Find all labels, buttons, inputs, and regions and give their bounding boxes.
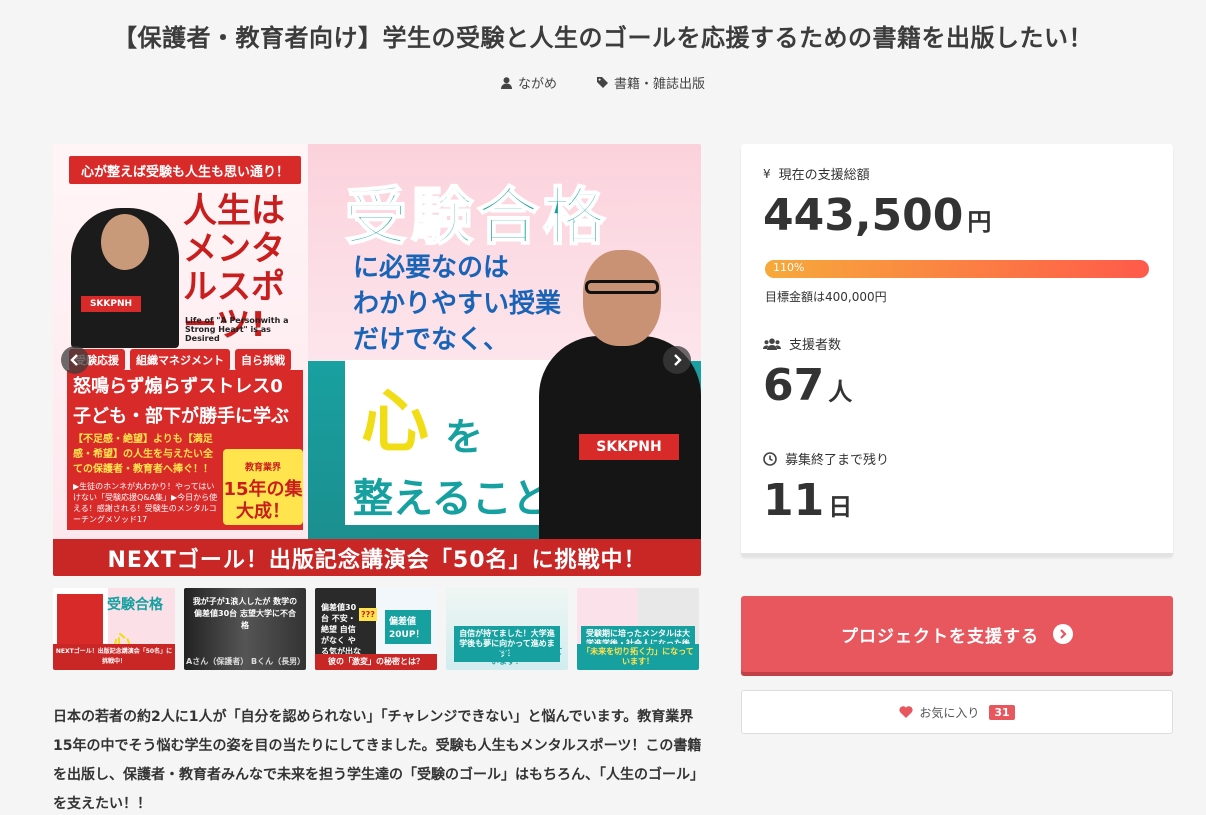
- carousel-next-button[interactable]: [663, 346, 691, 374]
- hero-subline: わかりやすい授業: [353, 289, 562, 319]
- hero-headline: 受験合格: [344, 179, 610, 254]
- thumb-caption: Aさん（保護者） Bくん（長男）: [186, 657, 306, 666]
- author-name: ながめ: [517, 77, 557, 92]
- thumbnail[interactable]: 我が子が1浪人したが 数学の偏差値30台 志望大学に不合格 Aさん（保護者） B…: [184, 588, 306, 670]
- page-title: 【保護者・教育者向け】学生の受験と人生のゴールを応援するための書籍を出版したい！: [113, 24, 1093, 52]
- hero-subline: だけでなく、: [353, 325, 510, 355]
- chevron-left-icon: [70, 354, 78, 366]
- support-button-label: プロジェクトを支援する: [841, 626, 1039, 647]
- thumb-caption: NEXTゴール！出版記念講演会「50名」に挑戦中！: [53, 644, 175, 670]
- remaining-label: 募集終了まで残り: [763, 449, 889, 468]
- cover-line3: 【不足感・絶望】よりも【満足感・希望】の人生を与えたい全ての保護者・教育者へ捧ぐ…: [73, 434, 213, 475]
- remaining-unit: 日: [828, 493, 853, 521]
- shirt-logo: SKKPNH: [81, 296, 141, 312]
- funding-progress-bar: 110%: [765, 260, 1149, 278]
- thumbnail[interactable]: 自信が持てました！大学進学後も夢に向かって進めます！ 「自分ならできる！」と思え…: [446, 588, 568, 670]
- thumb-score: 偏差値20UP！: [385, 610, 431, 644]
- remaining-days: 11 日: [763, 475, 852, 526]
- book-subtitle: Life of "A Personwith a Strong Heart" is…: [185, 316, 289, 343]
- hero-kokoro: 心: [361, 383, 430, 462]
- chevron-right-icon: [674, 354, 682, 366]
- cover-tag: 組織マネジメント: [130, 349, 230, 371]
- arrow-right-circle-icon: [1053, 624, 1073, 644]
- presenter-head: [583, 250, 661, 346]
- category-link[interactable]: 書籍・雑誌出版: [597, 73, 705, 92]
- thumb-caption: 「自分ならできる！」と思えています！: [451, 647, 563, 666]
- favorite-button[interactable]: お気に入り 31: [741, 690, 1173, 734]
- project-meta: ながめ 書籍・雑誌出版: [0, 73, 1206, 92]
- thumbnail[interactable]: 受験合格 心 NEXTゴール！出版記念講演会「50名」に挑戦中！: [53, 588, 175, 670]
- cover-tag: 自ら挑戦: [235, 349, 291, 371]
- hero-subtext: に必要なのは わかりやすい授業 だけでなく、: [353, 250, 561, 358]
- badge-top: 教育業界: [244, 463, 281, 473]
- funding-unit: 円: [967, 208, 992, 236]
- thumb-question: ???: [359, 608, 377, 621]
- remaining-value: 11: [763, 475, 825, 526]
- cover-bullets: ▶生徒のホンネが丸わかり！やってはいけない「受験応援Q&A集」▶今日から使える！…: [73, 482, 218, 524]
- thumbnail-strip: 受験合格 心 NEXTゴール！出版記念講演会「50名」に挑戦中！ 我が子が1浪人…: [53, 588, 699, 670]
- funding-label: ¥ 現在の支援総額: [763, 164, 870, 184]
- thumb-caption: 「未来を切り拓く力」になっています！: [577, 644, 699, 670]
- funding-amount: 443,500 円: [763, 190, 991, 241]
- heart-icon: [899, 706, 913, 718]
- users-icon: [763, 337, 781, 350]
- cover-line2: 子ども・部下が勝手に学ぶ: [73, 406, 289, 427]
- support-project-button[interactable]: プロジェクトを支援する: [741, 596, 1173, 672]
- remaining-label-text: 募集終了まで残り: [785, 453, 890, 468]
- goal-amount: 目標金額は400,000円: [765, 290, 887, 304]
- hero-subline: に必要なのは: [353, 253, 510, 283]
- cover-banner: 心が整えば受験も人生も思い通り！: [69, 156, 301, 184]
- author-photo: SKKPNH: [71, 208, 179, 348]
- cover-line1: 怒鳴らず煽らずストレス0: [73, 376, 283, 397]
- category-name: 書籍・雑誌出版: [614, 77, 706, 92]
- author-face: [101, 214, 149, 270]
- funding-value: 443,500: [763, 190, 964, 241]
- tag-icon: [597, 77, 608, 88]
- thumb-label: 我が子が1浪人したが 数学の偏差値30台 志望大学に不合格: [192, 597, 298, 630]
- backers-label-text: 支援者数: [789, 338, 842, 353]
- project-summary: 日本の若者の約2人に1人が「自分を認められない」「チャレンジできない」と悩んでい…: [53, 709, 702, 812]
- experience-badge: 教育業界 15年の集大成！: [223, 449, 303, 525]
- user-icon: [500, 76, 512, 89]
- hero-wo: を: [445, 415, 484, 459]
- funding-stats-card: ¥ 現在の支援総額 443,500 円 110% 目標金額は400,000円 支援…: [741, 144, 1173, 556]
- thumb-caption: 彼の「激変」の秘密とは？: [315, 654, 437, 670]
- presenter-shirt-logo: SKKPNH: [579, 434, 679, 460]
- favorite-count-badge: 31: [989, 704, 1015, 720]
- backers-label: 支援者数: [763, 334, 841, 353]
- backers-unit: 人: [828, 378, 853, 406]
- carousel-prev-button[interactable]: [61, 346, 89, 374]
- backers-count: 67 人: [763, 360, 852, 411]
- funding-label-text: 現在の支援総額: [778, 168, 870, 183]
- cover-tags: 受験応援 組織マネジメント 自ら挑戦: [69, 349, 291, 371]
- yen-icon: ¥: [763, 166, 771, 181]
- presenter-photo: SKKPNH: [539, 244, 701, 546]
- badge-main: 15年の集大成！: [223, 479, 303, 522]
- progress-label: 110%: [773, 261, 805, 274]
- presenter-glasses: [585, 280, 659, 294]
- backers-value: 67: [763, 360, 825, 411]
- thumb-label: 受験合格: [107, 597, 163, 613]
- hero-bottom-banner: NEXTゴール！出版記念講演会「50名」に挑戦中！: [53, 539, 701, 576]
- author-link[interactable]: ながめ: [500, 73, 557, 92]
- thumbnail[interactable]: 受験期に培ったメンタルは大学進学後・社会人になった後も 「未来を切り拓く力」にな…: [577, 588, 699, 670]
- thumbnail[interactable]: 偏差値30台 不安・絶望 自信がなく やる気が出ない ??? 偏差値20UP！ …: [315, 588, 437, 670]
- favorite-label: お気に入り: [919, 705, 980, 720]
- clock-icon: [763, 451, 777, 466]
- main-image-carousel[interactable]: 心が整えば受験も人生も思い通り！ SKKPNH 人生はメンタルスポーツ! Lif…: [53, 144, 701, 576]
